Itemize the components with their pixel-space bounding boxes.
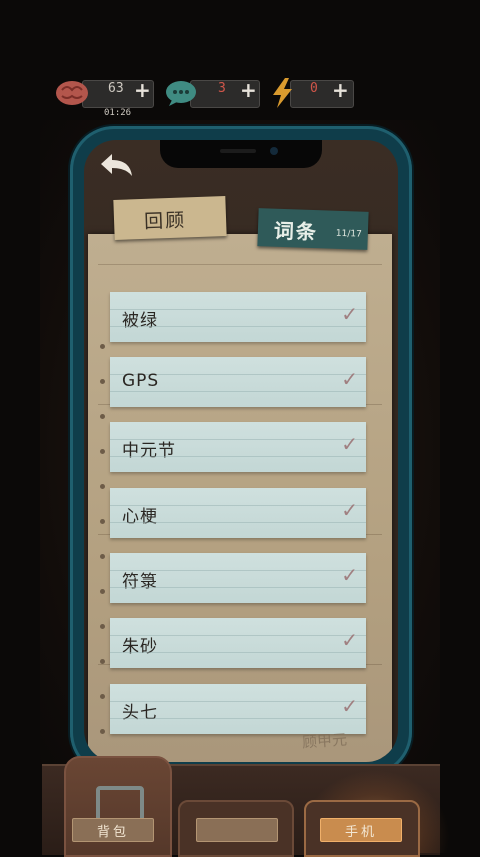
phone-notch	[160, 140, 322, 168]
signature-text: 顾甲元	[301, 730, 348, 752]
checkmark-icon: ✓	[341, 498, 358, 522]
checkmark-icon: ✓	[341, 563, 358, 587]
camera-icon	[270, 147, 278, 155]
nav-phone-button[interactable]: 手机	[320, 818, 402, 842]
nav-middle-button[interactable]	[196, 818, 278, 842]
term-label: GPS	[122, 371, 160, 391]
timer-text: 01:26	[104, 108, 132, 118]
energy-value: 0	[310, 81, 318, 96]
term-label: 中元节	[122, 441, 176, 461]
checkmark-icon: ✓	[341, 628, 358, 652]
brain-plus-button[interactable]: +	[134, 78, 151, 102]
brain-value: 63	[108, 81, 124, 96]
tab-review-label: 回顾	[143, 209, 187, 233]
nav-phone-label: 手机	[344, 825, 377, 840]
term-card[interactable]: 头七 ✓	[110, 684, 366, 734]
term-label: 头七	[122, 703, 158, 723]
chat-bubble-icon	[166, 81, 196, 106]
tab-terms-count: 11/17	[335, 228, 362, 240]
chat-plus-button[interactable]: +	[240, 78, 257, 102]
lightning-icon	[273, 78, 292, 108]
term-card[interactable]: 符箓 ✓	[110, 553, 366, 603]
paper-holes	[100, 344, 106, 762]
checkmark-icon: ✓	[341, 302, 358, 326]
chat-value: 3	[218, 81, 226, 96]
checkmark-icon: ✓	[341, 367, 358, 391]
nav-bag-label: 背包	[96, 825, 129, 840]
term-label: 被绿	[122, 311, 158, 331]
back-arrow-icon[interactable]	[98, 150, 138, 180]
term-card[interactable]: 心梗 ✓	[110, 488, 366, 538]
energy-plus-button[interactable]: +	[332, 78, 349, 102]
energy-resource: 0 +	[270, 78, 354, 108]
term-card[interactable]: 中元节 ✓	[110, 422, 366, 472]
brain-resource: 63 +	[54, 78, 154, 108]
checkmark-icon: ✓	[341, 432, 358, 456]
tab-review[interactable]: 回顾	[113, 196, 227, 240]
tab-terms[interactable]: 词条 11/17	[257, 208, 369, 250]
speaker-grille	[220, 149, 256, 153]
term-label: 心梗	[122, 507, 158, 527]
term-label: 朱砂	[122, 637, 158, 657]
brain-icon	[56, 81, 88, 105]
term-card[interactable]: GPS ✓	[110, 357, 366, 407]
term-card[interactable]: 被绿 ✓	[110, 292, 366, 342]
phone-screen: 回顾 词条 11/17 被绿 ✓ GPS ✓ 中元节 ✓ 心梗 ✓ 符箓 ✓ 朱…	[84, 140, 398, 762]
checkmark-icon: ✓	[341, 694, 358, 718]
nav-bag-button[interactable]: 背包	[72, 818, 154, 842]
tab-terms-label: 词条	[273, 218, 319, 245]
term-label: 符箓	[122, 572, 158, 592]
term-card[interactable]: 朱砂 ✓	[110, 618, 366, 668]
chat-resource: 3 +	[164, 78, 260, 108]
